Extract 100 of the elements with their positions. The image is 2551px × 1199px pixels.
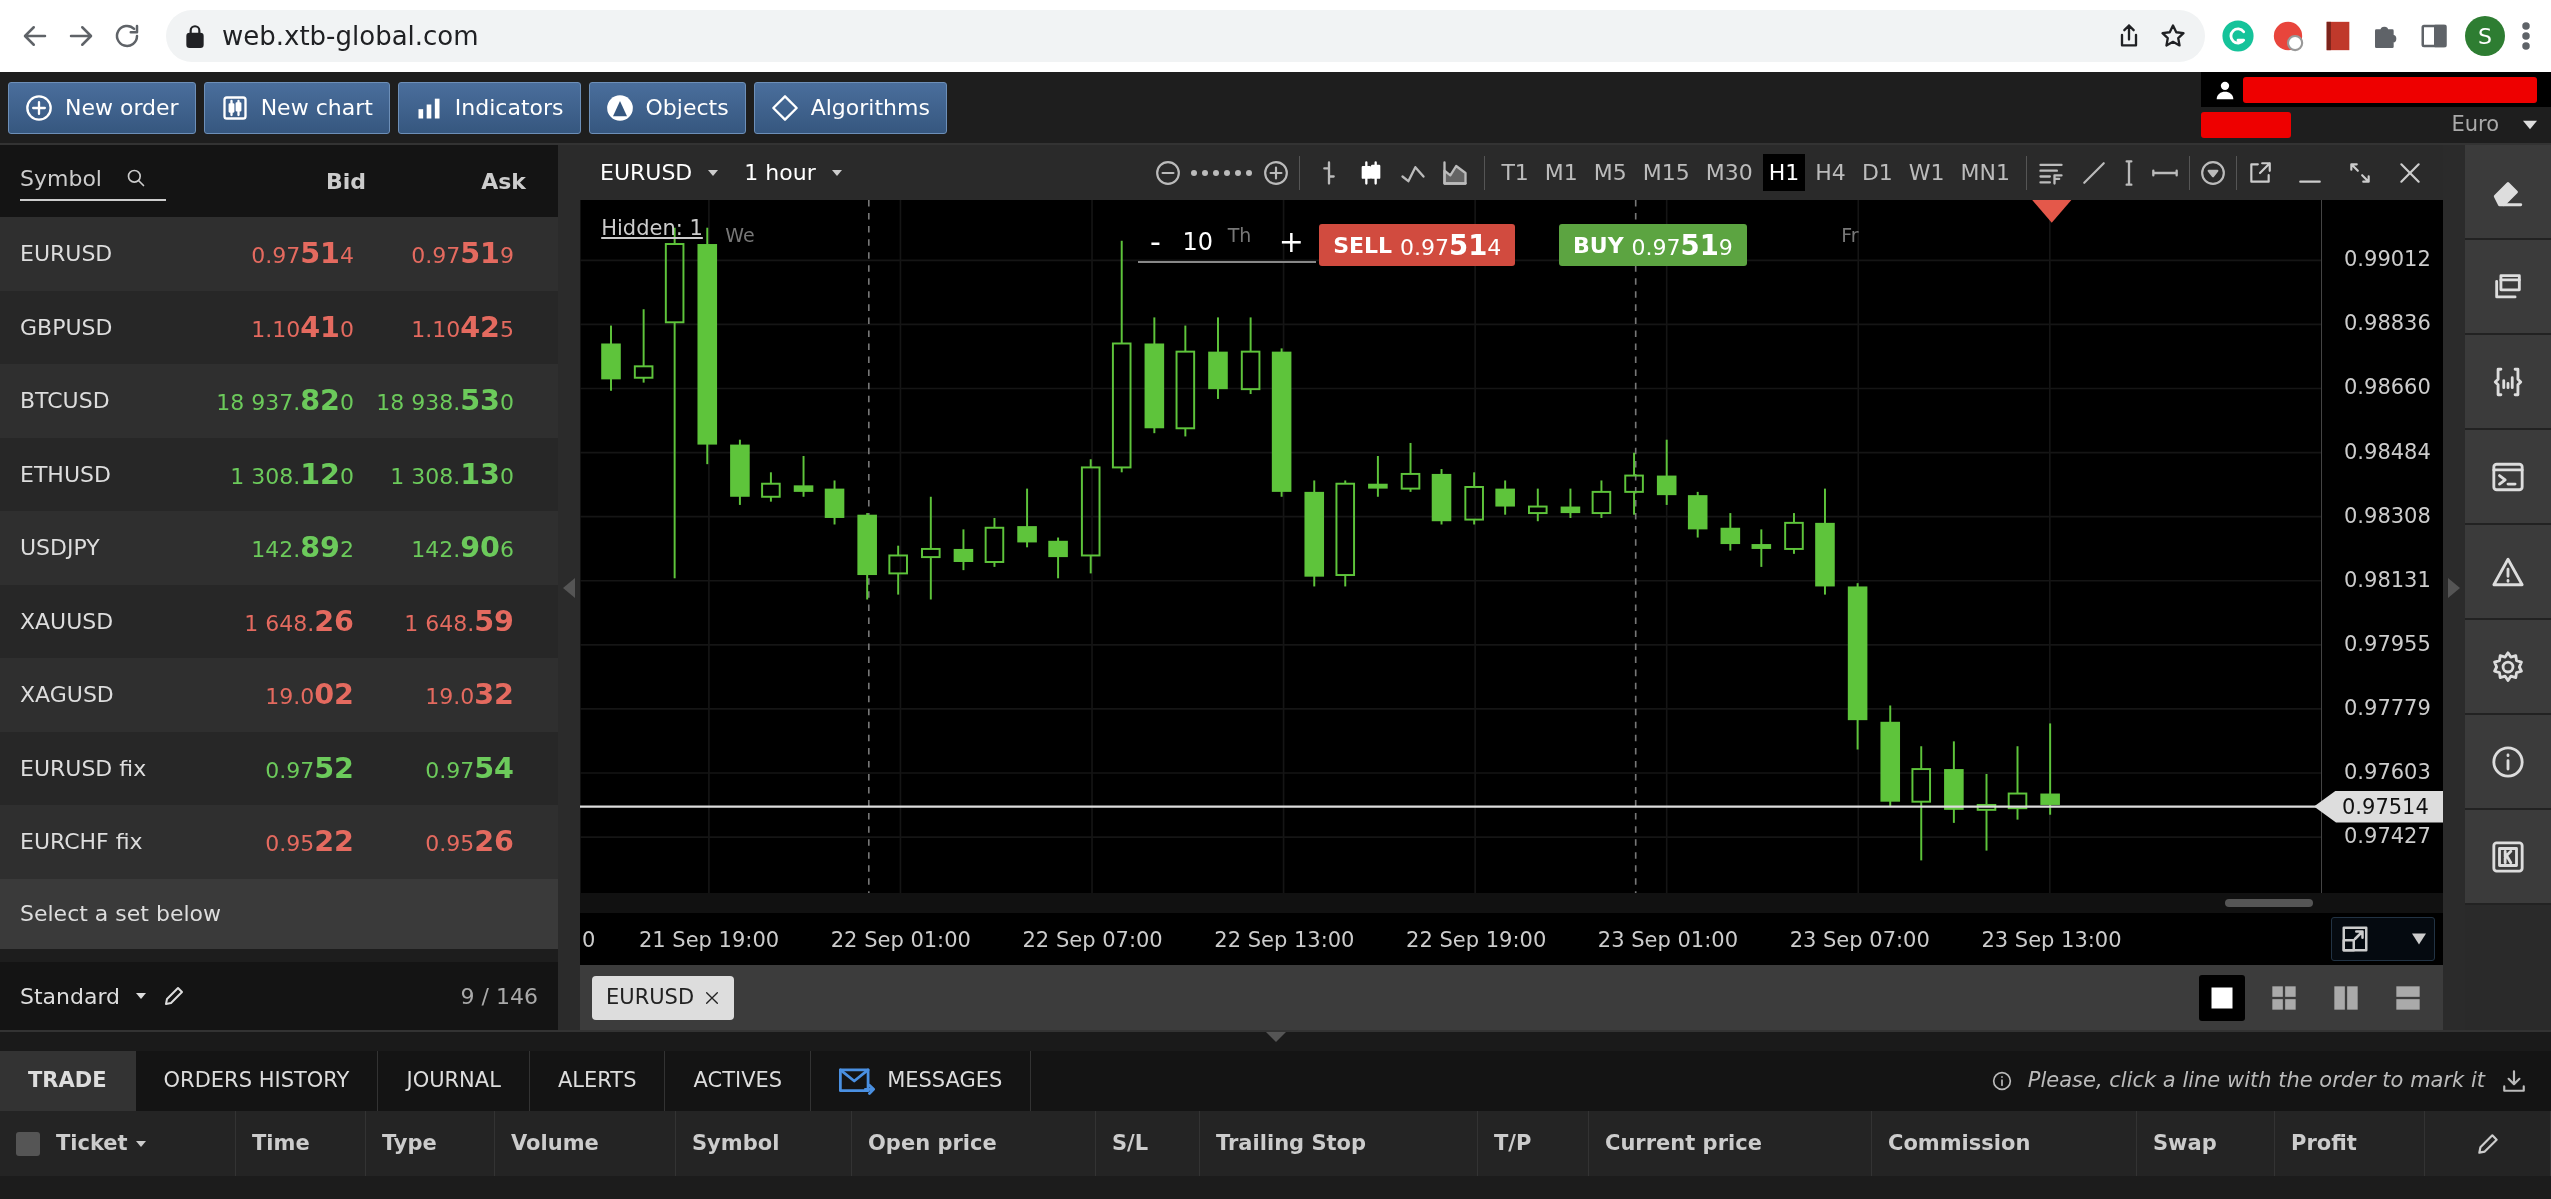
column-header[interactable]: Trailing Stop [1216, 1127, 1367, 1160]
sidebar-button[interactable] [2465, 525, 2551, 620]
rows-icon [2394, 983, 2422, 1012]
symbol-text: XAUUSD [20, 607, 115, 636]
trend-line-icon[interactable] [2081, 159, 2107, 186]
symbol-search-field[interactable]: Symbol [20, 161, 166, 201]
sidebar-button[interactable] [2465, 335, 2551, 430]
panel-tab[interactable]: TRADE [0, 1051, 136, 1111]
sidebar-button[interactable] [2465, 715, 2551, 810]
set-dropdown[interactable]: Standard [20, 979, 147, 1013]
interval-tab[interactable]: M30 [1699, 154, 1759, 191]
column-header: Ask [480, 167, 526, 196]
watchlist-row[interactable]: GBPUSD 1.10410 1.10425 [0, 290, 558, 364]
sidebar-button[interactable] [2465, 620, 2551, 715]
interval-tab[interactable]: T1 [1495, 154, 1535, 191]
sidebar-button[interactable] [2465, 430, 2551, 525]
column-header[interactable]: Symbol [692, 1127, 780, 1160]
popout-icon[interactable] [2247, 159, 2273, 186]
volume-field[interactable]: 10 [1172, 222, 1223, 261]
column-header[interactable]: Swap [2153, 1127, 2217, 1160]
zoom-in-icon[interactable] [1263, 159, 1290, 186]
column-header[interactable]: Type [382, 1127, 437, 1160]
bid-price: 19.002 [264, 676, 354, 714]
column-header[interactable]: Commission [1888, 1127, 2031, 1160]
interval-tab[interactable]: MN1 [1954, 154, 2016, 191]
interval-tab[interactable]: M1 [1538, 154, 1584, 191]
watchlist-row[interactable]: EURUSD 0.97514 0.97519 [0, 217, 558, 291]
info-icon [1991, 1071, 2012, 1091]
star-icon[interactable] [2159, 22, 2187, 50]
interval-tab[interactable]: M15 [1636, 154, 1696, 191]
symbol-text: EURUSD [20, 240, 114, 269]
sidebar-button[interactable] [2465, 145, 2551, 240]
scrollbar-thumb[interactable] [2225, 899, 2313, 907]
layout-button[interactable] [2199, 974, 2245, 1021]
bid-price: 1 308.120 [229, 455, 354, 493]
chart-tab[interactable]: EURUSD [592, 975, 735, 1020]
diamond-icon [770, 93, 799, 122]
candle [1624, 452, 1644, 515]
time-tick-label: 23 Sep 07:00 [1789, 927, 1930, 954]
watchlist-row[interactable]: BTCUSD 18 937.820 18 938.530 [0, 364, 558, 438]
toolbar-button[interactable]: Algorithms [753, 81, 947, 134]
checkbox[interactable] [16, 1131, 40, 1156]
minus-button[interactable]: - [1144, 226, 1167, 257]
sidebar-button[interactable] [2465, 240, 2551, 335]
address-bar[interactable]: web.xtb-global.com [166, 10, 2205, 62]
user-icon [2215, 79, 2235, 100]
download-icon[interactable] [2501, 1068, 2527, 1094]
column-header[interactable]: Open price [868, 1127, 997, 1160]
candle [824, 480, 845, 525]
interval-tab[interactable]: H4 [1809, 154, 1852, 191]
plus-circle-icon [25, 93, 53, 122]
profile-avatar[interactable]: S [2465, 16, 2505, 56]
column-header[interactable]: Current price [1605, 1127, 1762, 1160]
hidden-link[interactable]: Hidden: 1 [601, 213, 703, 245]
column-header[interactable]: S/L [1112, 1127, 1149, 1160]
kebab-menu-icon[interactable] [2521, 21, 2531, 51]
ask-price: 18 938.530 [375, 382, 514, 420]
timeframe-dropdown[interactable]: 1 hour [736, 155, 850, 190]
plus-button[interactable]: + [1272, 226, 1310, 257]
toolbar-button[interactable]: Indicators [397, 81, 581, 134]
bid-price: 142.892 [250, 529, 354, 567]
column-header[interactable]: Profit [2291, 1127, 2357, 1160]
toolbar-button[interactable]: New chart [203, 81, 390, 134]
watchlist-row[interactable]: EURUSD fix 0.9752 0.9754 [0, 731, 558, 805]
interval-tab[interactable]: W1 [1902, 154, 1951, 191]
ask-price: 1 308.130 [389, 455, 514, 493]
column-header[interactable]: Volume [511, 1127, 599, 1160]
bid-price: 0.9752 [264, 749, 354, 787]
price-tick-label: 0.97603 [2344, 759, 2431, 787]
symbol-text: EURCHF fix [20, 828, 144, 857]
price-tag: 0.97514 [2314, 790, 2443, 823]
interval-tab[interactable]: H1 [1762, 154, 1806, 191]
dropdown-circle-icon[interactable] [2200, 159, 2226, 186]
watchlist-row[interactable]: EURCHF fix 0.9522 0.9526 [0, 805, 558, 879]
resize-icon [2340, 924, 2370, 954]
toolbar-button[interactable]: Objects [588, 81, 746, 134]
interval-tab[interactable]: D1 [1855, 154, 1899, 191]
zoom-out-icon[interactable] [1155, 159, 1182, 186]
watchlist-row[interactable]: USDJPY 142.892 142.906 [0, 511, 558, 585]
sell-button[interactable]: SELL 0.97514 [1319, 224, 1516, 267]
autoscale-dropdown[interactable] [2331, 917, 2435, 961]
currency-dropdown[interactable]: Euro [2291, 108, 2543, 142]
gear-icon [2491, 649, 2525, 684]
watchlist-row[interactable]: ETHUSD 1 308.120 1 308.130 [0, 437, 558, 511]
symbol-dropdown[interactable]: EURUSD [592, 155, 727, 190]
watchlist-row[interactable]: XAUUSD 1 648.26 1 648.59 [0, 584, 558, 658]
time-tick-label: 23 Sep 13:00 [1981, 927, 2122, 954]
vertical-line-icon[interactable] [2123, 158, 2135, 187]
url-text: web.xtb-global.com [222, 19, 480, 53]
column-header[interactable]: T/P [1494, 1127, 1532, 1160]
bid-price: 0.97514 [250, 235, 354, 273]
extension-icon[interactable] [2271, 19, 2305, 53]
column-header[interactable]: Time [252, 1127, 310, 1160]
price-tick-label: 0.98660 [2344, 374, 2431, 402]
grid-icon [2270, 983, 2298, 1012]
sidebar-button[interactable] [2465, 810, 2551, 905]
interval-tab[interactable]: M5 [1587, 154, 1633, 191]
toolbar-button[interactable]: New order [8, 81, 196, 134]
watchlist-row[interactable]: XAGUSD 19.002 19.032 [0, 658, 558, 732]
column-header[interactable]: Ticket [56, 1127, 146, 1160]
